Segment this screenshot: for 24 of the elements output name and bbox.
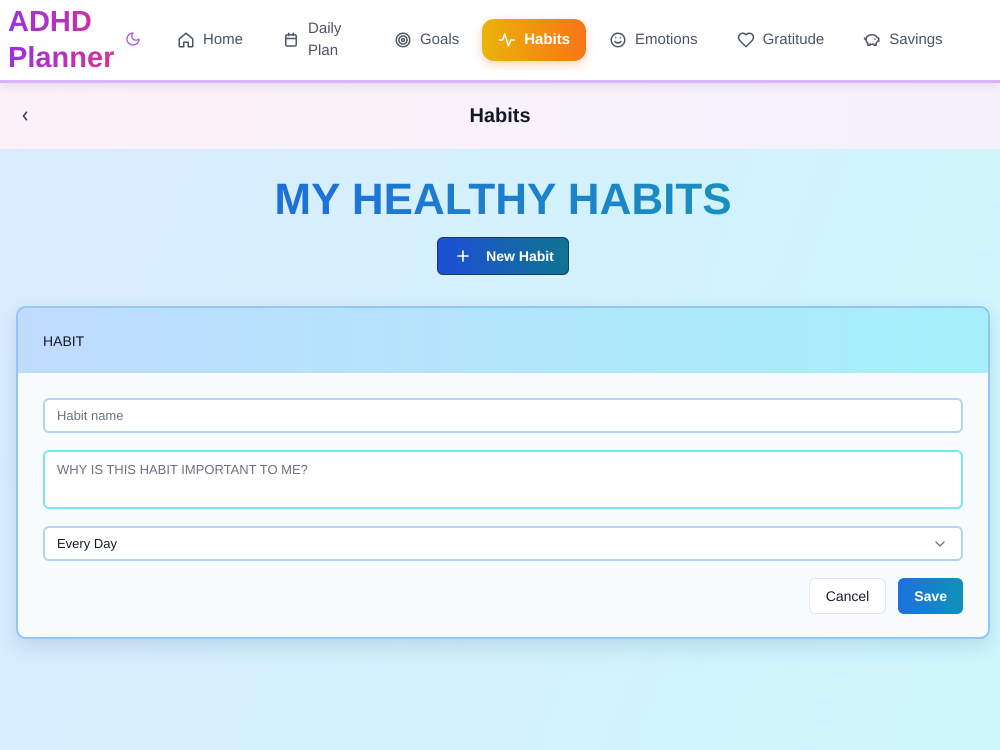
habit-name-field[interactable]: Habit name <box>43 398 963 433</box>
moon-icon[interactable] <box>125 31 141 47</box>
nav-tab[interactable]: Emotions <box>593 19 714 61</box>
nav-tab[interactable]: Savings <box>847 19 959 61</box>
heart-icon <box>736 31 755 49</box>
frequency-select[interactable]: Every Day <box>43 526 963 561</box>
save-button[interactable]: Save <box>898 578 963 614</box>
new-habit-button[interactable]: New Habit <box>437 237 569 275</box>
plus-icon <box>457 250 470 262</box>
page-title: Habits <box>469 104 531 128</box>
nav-tab[interactable]: Gratitude <box>720 19 840 61</box>
chevron-down-icon <box>935 540 945 546</box>
smiley-icon <box>609 31 628 49</box>
piggy-bank-icon <box>863 31 882 49</box>
pulse-icon <box>498 31 516 49</box>
nav-tab[interactable]: Goals <box>378 19 476 61</box>
home-icon <box>177 31 195 49</box>
nav-tab[interactable]: Daily Plan <box>266 8 362 72</box>
target-icon <box>394 31 412 49</box>
nav-tab[interactable]: Home <box>161 19 260 61</box>
card-title: HABIT <box>43 332 84 348</box>
reason-field[interactable]: WHY IS THIS HABIT IMPORTANT TO ME? <box>43 450 963 509</box>
cancel-button[interactable]: Cancel <box>808 578 886 614</box>
back-chevron-icon[interactable] <box>21 110 29 122</box>
